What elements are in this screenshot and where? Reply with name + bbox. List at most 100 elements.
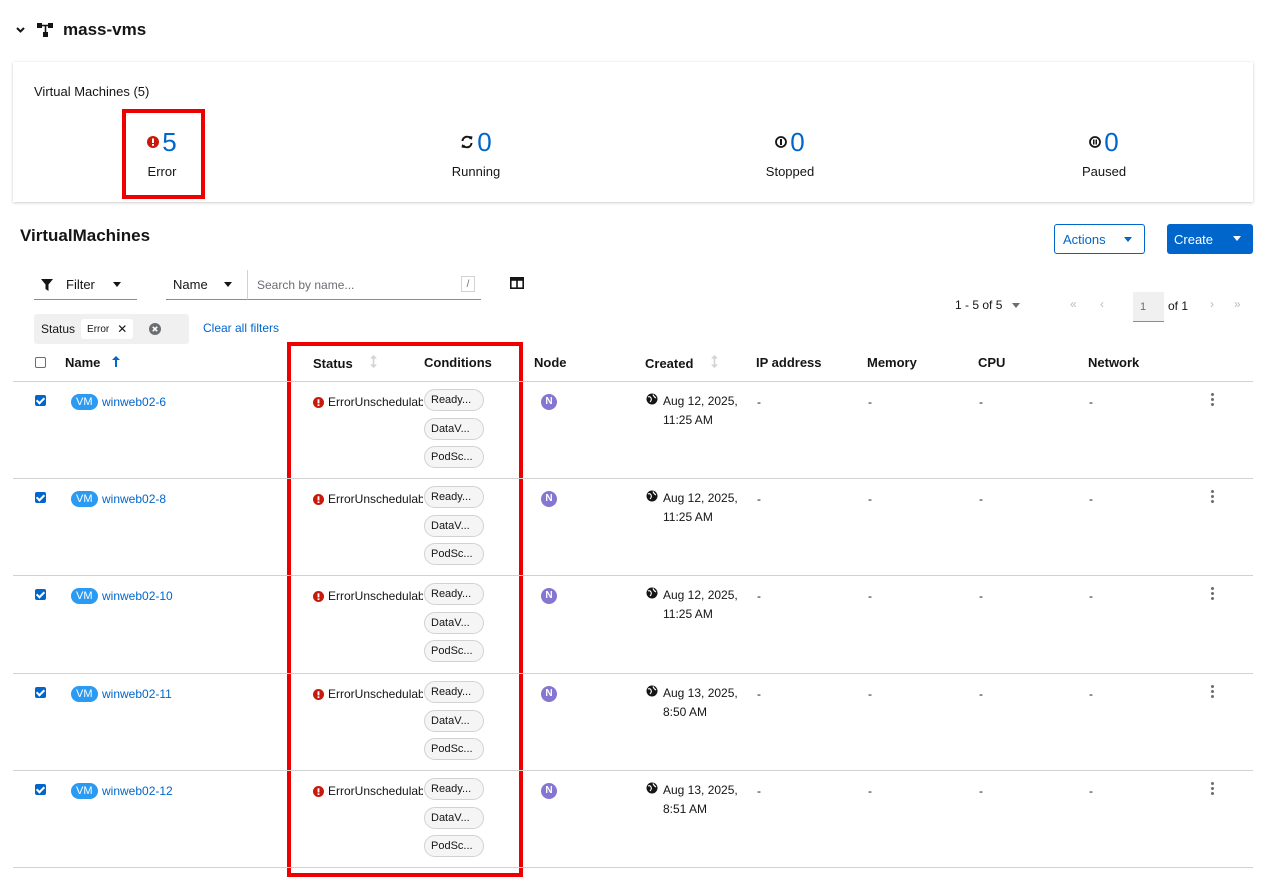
page-number-input[interactable]: 1 <box>1133 292 1164 322</box>
filter-icon <box>41 278 53 291</box>
condition-label[interactable]: PodSc... <box>424 835 484 857</box>
filter-dropdown[interactable]: Filter <box>34 270 137 300</box>
caret-down-icon <box>224 282 232 287</box>
chevron-down-icon[interactable] <box>14 24 26 36</box>
create-button[interactable]: Create <box>1167 224 1253 254</box>
condition-label[interactable]: Ready... <box>424 486 484 508</box>
actions-button[interactable]: Actions <box>1054 224 1145 254</box>
globe-icon <box>646 684 658 702</box>
condition-label[interactable]: DataV... <box>424 806 484 829</box>
manage-columns-icon[interactable] <box>510 277 524 289</box>
clear-chip-group-icon[interactable] <box>149 323 162 335</box>
vm-name-link[interactable]: winweb02-8 <box>102 492 166 506</box>
memory-value: - <box>868 784 872 798</box>
created-timestamp: Aug 13, 2025, 8:50 AM <box>663 684 738 722</box>
vm-name-link[interactable]: winweb02-10 <box>102 589 173 603</box>
cpu-value: - <box>979 395 983 409</box>
condition-label[interactable]: DataV... <box>424 611 484 634</box>
vm-name-link[interactable]: winweb02-12 <box>102 784 173 798</box>
status-text: ErrorUnschedulable <box>328 492 423 506</box>
column-header-status[interactable]: Status <box>313 355 378 371</box>
row-checkbox[interactable] <box>35 784 46 795</box>
error-icon <box>313 396 324 408</box>
vm-kind-badge: VM <box>71 783 98 799</box>
kebab-menu-icon[interactable] <box>1211 685 1215 700</box>
create-label: Create <box>1174 231 1214 247</box>
vm-name-link[interactable]: winweb02-6 <box>102 395 166 409</box>
last-page-icon[interactable]: » <box>1234 297 1241 311</box>
caret-down-icon <box>1124 237 1132 242</box>
vm-name-link[interactable]: winweb02-11 <box>102 687 172 701</box>
vm-kind-badge: VM <box>71 394 98 410</box>
row-checkbox[interactable] <box>35 492 46 503</box>
caret-down-icon <box>1233 236 1241 241</box>
row-checkbox[interactable] <box>35 589 46 600</box>
kebab-menu-icon[interactable] <box>1211 587 1215 602</box>
sort-asc-icon <box>112 356 121 367</box>
stat-paused[interactable]: 0 Paused <box>1004 126 1204 179</box>
column-header-created-label: Created <box>645 356 694 371</box>
globe-icon <box>646 392 658 410</box>
condition-label[interactable]: DataV... <box>424 514 484 537</box>
condition-label[interactable]: PodSc... <box>424 738 484 760</box>
kebab-menu-icon[interactable] <box>1211 490 1215 505</box>
vm-kind-badge: VM <box>71 588 98 604</box>
prev-page-icon[interactable]: ‹ <box>1100 297 1104 311</box>
stat-running-value[interactable]: 0 <box>477 127 491 157</box>
condition-label[interactable]: DataV... <box>424 709 484 732</box>
created-time: 8:51 AM <box>663 802 708 816</box>
close-icon[interactable]: ✕ <box>117 322 127 336</box>
condition-label[interactable]: Ready... <box>424 583 484 605</box>
created-date: Aug 12, 2025, <box>663 491 738 505</box>
column-header-created[interactable]: Created <box>645 355 719 371</box>
row-checkbox[interactable] <box>35 687 46 698</box>
cpu-value: - <box>979 784 983 798</box>
row-divider <box>13 575 1253 576</box>
node-badge: N <box>541 491 557 507</box>
node-badge: N <box>541 588 557 604</box>
kebab-menu-icon[interactable] <box>1211 782 1215 797</box>
stat-stopped[interactable]: 0 Stopped <box>690 126 890 179</box>
column-header-network: Network <box>1088 355 1140 370</box>
clear-all-filters-link[interactable]: Clear all filters <box>203 321 279 335</box>
condition-label[interactable]: Ready... <box>424 389 484 411</box>
stat-paused-value[interactable]: 0 <box>1104 127 1118 157</box>
column-header-name[interactable]: Name <box>65 355 121 370</box>
node-badge: N <box>541 394 557 410</box>
row-divider <box>13 478 1253 479</box>
search-input[interactable] <box>255 276 455 293</box>
chip-value: Error <box>87 323 110 335</box>
stat-stopped-value[interactable]: 0 <box>790 127 804 157</box>
status-cell[interactable]: ErrorUnschedulable <box>313 784 423 798</box>
pagination-toggle[interactable]: 1 - 5 of 5 <box>955 298 1021 312</box>
status-cell[interactable]: ErrorUnschedulable <box>313 395 423 409</box>
status-cell[interactable]: ErrorUnschedulable <box>313 687 423 701</box>
highlight-box-error-stat <box>122 109 205 199</box>
kebab-menu-icon[interactable] <box>1211 393 1215 408</box>
created-timestamp: Aug 12, 2025, 11:25 AM <box>663 489 738 527</box>
created-date: Aug 12, 2025, <box>663 588 738 602</box>
condition-label[interactable]: PodSc... <box>424 446 484 468</box>
row-checkbox[interactable] <box>35 395 46 406</box>
memory-value: - <box>868 492 872 506</box>
condition-label[interactable]: DataV... <box>424 417 484 440</box>
stat-stopped-label: Stopped <box>765 164 815 179</box>
first-page-icon[interactable]: « <box>1070 297 1077 311</box>
condition-label[interactable]: Ready... <box>424 778 484 800</box>
condition-label[interactable]: PodSc... <box>424 640 484 662</box>
vm-kind-badge: VM <box>71 686 98 702</box>
condition-label[interactable]: Ready... <box>424 681 484 703</box>
created-timestamp: Aug 13, 2025, 8:51 AM <box>663 781 738 819</box>
column-header-cpu: CPU <box>978 355 1006 370</box>
next-page-icon[interactable]: › <box>1210 297 1214 311</box>
filter-label: Filter <box>66 277 95 292</box>
select-all-checkbox[interactable] <box>35 357 46 368</box>
stat-running[interactable]: 0 Running <box>376 126 576 179</box>
status-cell[interactable]: ErrorUnschedulable <box>313 589 423 603</box>
node-badge: N <box>541 783 557 799</box>
row-divider <box>13 770 1253 771</box>
cpu-value: - <box>979 492 983 506</box>
status-cell[interactable]: ErrorUnschedulable <box>313 492 423 506</box>
condition-label[interactable]: PodSc... <box>424 543 484 565</box>
search-attribute-select[interactable]: Name <box>166 270 248 300</box>
